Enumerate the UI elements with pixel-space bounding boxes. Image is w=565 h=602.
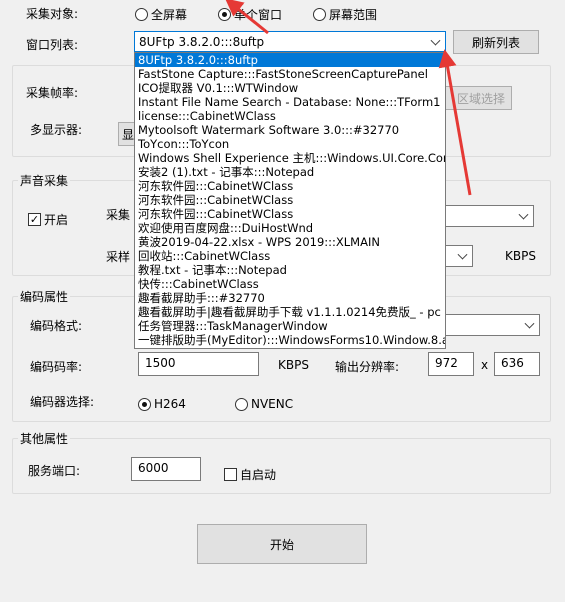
dropdown-item[interactable]: 河东软件园:::CabinetWClass <box>135 179 445 193</box>
dropdown-item[interactable]: 河东软件园:::CabinetWClass <box>135 193 445 207</box>
window-list-dropdown[interactable]: 8UFtp 3.8.2.0:::8uftp FastStone Capture::… <box>134 52 446 349</box>
chevron-down-icon <box>457 249 468 260</box>
dropdown-item[interactable]: ICO提取器 V0.1:::WTWindow <box>135 81 445 95</box>
autostart-checkbox[interactable]: 自启动 <box>224 466 276 483</box>
frame-rate-label: 采集帧率: <box>26 86 79 100</box>
window-list-selected: 8UFtp 3.8.2.0:::8uftp <box>139 35 265 49</box>
encoding-format-label: 编码格式: <box>30 319 83 333</box>
dropdown-item[interactable]: 安装2 (1).txt - 记事本:::Notepad <box>135 165 445 179</box>
chevron-down-icon <box>524 318 535 329</box>
audio-enable-checkbox[interactable]: ✓ 开启 <box>28 211 68 228</box>
other-group <box>12 438 551 494</box>
radio-encoder-nvenc[interactable]: NVENC <box>235 397 293 411</box>
radio-screen-region-label: 屏幕范围 <box>329 8 378 22</box>
chevron-down-icon <box>518 209 529 220</box>
resolution-label: 输出分辨率: <box>335 360 400 374</box>
dropdown-item[interactable]: 8UFtp 3.8.2.0:::8uftp <box>135 53 445 67</box>
multi-display-button-label: 显 <box>122 127 135 142</box>
resolution-width-input[interactable]: 972 <box>428 352 474 376</box>
radio-indicator <box>138 397 151 411</box>
audio-device-combo[interactable] <box>440 205 534 227</box>
multi-display-label: 多显示器: <box>30 123 83 137</box>
radio-encoder-h264-label: H264 <box>154 397 186 411</box>
radio-screen-region[interactable]: 屏幕范围 <box>313 6 377 23</box>
resolution-height-input[interactable]: 636 <box>494 352 540 376</box>
dropdown-item[interactable]: Instant File Name Search - Database: Non… <box>135 95 445 109</box>
dropdown-item[interactable]: ToYcon:::ToYcon <box>135 137 445 151</box>
audio-kbps-label: KBPS <box>505 249 536 263</box>
encoding-group-title: 编码属性 <box>18 288 71 305</box>
resolution-times-label: x <box>481 358 489 372</box>
service-port-input[interactable]: 6000 <box>131 457 201 481</box>
window-list-label: 窗口列表: <box>26 38 79 52</box>
encoding-format-combo[interactable] <box>440 314 540 336</box>
dropdown-item[interactable]: Windows Shell Experience 主机:::Windows.UI… <box>135 151 445 165</box>
radio-indicator <box>313 8 326 21</box>
checkbox-box <box>224 468 237 481</box>
area-select-label: 区域选择 <box>456 91 505 106</box>
dropdown-item[interactable]: Mytoolsoft Watermark Software 3.0:::#327… <box>135 123 445 137</box>
dropdown-item[interactable]: 快传:::CabinetWClass <box>135 277 445 291</box>
capture-target-label: 采集对象: <box>26 7 79 21</box>
refresh-list-button[interactable]: 刷新列表 <box>453 30 539 54</box>
radio-indicator <box>135 8 148 21</box>
dropdown-item[interactable]: 河东软件园:::CabinetWClass <box>135 207 445 221</box>
bitrate-unit-label: KBPS <box>278 358 309 372</box>
dropdown-item[interactable]: 一键排版助手(MyEditor):::WindowsForms10.Window… <box>135 333 445 347</box>
window-list-combo[interactable]: 8UFtp 3.8.2.0:::8uftp <box>134 31 446 52</box>
service-port-label: 服务端口: <box>28 464 81 478</box>
radio-encoder-h264[interactable]: H264 <box>138 397 186 411</box>
dropdown-item[interactable]: 欢迎使用百度网盘:::DuiHostWnd <box>135 221 445 235</box>
other-group-title: 其他属性 <box>18 430 71 447</box>
dropdown-item[interactable]: 任务管理器:::TaskManagerWindow <box>135 319 445 333</box>
audio-enable-label: 开启 <box>44 213 69 227</box>
dropdown-item[interactable]: 黄波2019-04-22.xlsx - WPS 2019:::XLMAIN <box>135 235 445 249</box>
dropdown-item[interactable]: 趣看截屏助手|趣看截屏助手下载 v1.1.1.0214免费版_ - pc <box>135 305 445 319</box>
sample-rate-label: 采样 <box>106 250 131 264</box>
bitrate-label: 编码码率: <box>30 360 83 374</box>
bitrate-input[interactable]: 1500 <box>138 352 259 376</box>
radio-indicator <box>218 8 231 21</box>
audio-group-title: 声音采集 <box>18 172 71 189</box>
checkmark-icon: ✓ <box>28 213 41 226</box>
dropdown-item[interactable]: FastStone Capture:::FastStoneScreenCaptu… <box>135 67 445 81</box>
radio-fullscreen-label: 全屏幕 <box>151 8 188 22</box>
dropdown-item[interactable]: license:::CabinetWClass <box>135 109 445 123</box>
autostart-label: 自启动 <box>240 468 277 482</box>
radio-fullscreen[interactable]: 全屏幕 <box>135 6 187 23</box>
radio-single-window-label: 单个窗口 <box>234 8 283 22</box>
dropdown-item[interactable]: 趣看截屏助手:::#32770 <box>135 291 445 305</box>
chevron-down-icon <box>430 35 441 46</box>
audio-device-label: 采集 <box>106 208 131 222</box>
radio-indicator <box>235 397 248 411</box>
radio-single-window[interactable]: 单个窗口 <box>218 6 282 23</box>
encoder-select-label: 编码器选择: <box>30 395 95 409</box>
dropdown-item[interactable]: 回收站:::CabinetWClass <box>135 249 445 263</box>
dropdown-item[interactable]: 教程.txt - 记事本:::Notepad <box>135 263 445 277</box>
start-button[interactable]: 开始 <box>197 524 367 564</box>
radio-encoder-nvenc-label: NVENC <box>251 397 294 411</box>
area-select-button[interactable]: 区域选择 <box>440 86 512 110</box>
